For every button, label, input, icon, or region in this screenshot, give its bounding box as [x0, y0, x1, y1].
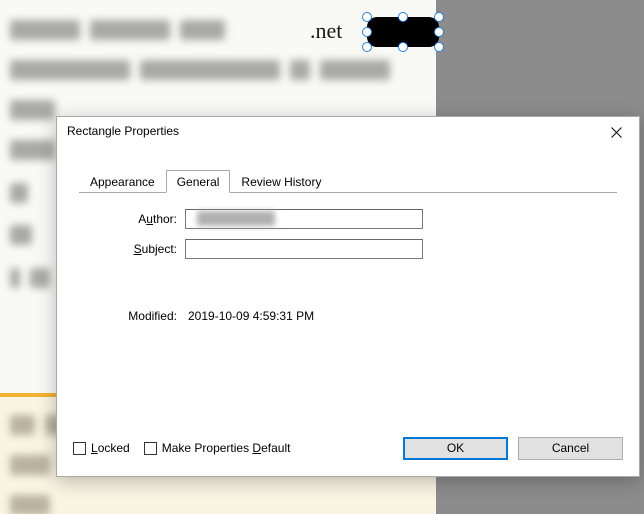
cancel-button[interactable]: Cancel	[518, 437, 623, 460]
resize-handle-bl[interactable]	[362, 42, 372, 52]
tab-strip: Appearance General Review History	[79, 169, 617, 193]
resize-handle-tr[interactable]	[434, 12, 444, 22]
rectangle-annotation[interactable]	[364, 14, 442, 50]
subject-input[interactable]	[185, 239, 423, 259]
resize-handle-bm[interactable]	[398, 42, 408, 52]
checkbox-box	[73, 442, 86, 455]
document-text-net: .net	[310, 18, 342, 44]
tab-general[interactable]: General	[166, 170, 231, 193]
make-default-checkbox[interactable]: Make Properties Default	[144, 441, 291, 455]
locked-checkbox[interactable]: Locked	[73, 441, 130, 455]
subject-label: Subject:	[85, 242, 185, 256]
rectangle-properties-dialog: Rectangle Properties Appearance General …	[56, 116, 640, 477]
resize-handle-tl[interactable]	[362, 12, 372, 22]
checkbox-box	[144, 442, 157, 455]
modified-value: 2019-10-09 4:59:31 PM	[185, 309, 314, 323]
tab-review-history[interactable]: Review History	[230, 170, 332, 193]
dialog-footer: Locked Make Properties Default OK Cancel	[73, 434, 623, 462]
form-area: Author: Subject: Modified: 2019-10-09 4:…	[79, 193, 617, 420]
author-label: Author:	[85, 212, 185, 226]
make-default-label: Make Properties Default	[162, 441, 291, 455]
author-input[interactable]	[185, 209, 423, 229]
screenshot-stage: .net Rectangle Properties Appearance Gen…	[0, 0, 644, 514]
modified-label: Modified:	[85, 309, 185, 323]
resize-handle-tm[interactable]	[398, 12, 408, 22]
locked-label: Locked	[91, 441, 130, 455]
close-icon	[611, 127, 622, 138]
dialog-title: Rectangle Properties	[67, 124, 179, 138]
tab-appearance[interactable]: Appearance	[79, 170, 166, 193]
resize-handle-mr[interactable]	[434, 27, 444, 37]
resize-handle-br[interactable]	[434, 42, 444, 52]
resize-handle-ml[interactable]	[362, 27, 372, 37]
close-button[interactable]	[594, 117, 639, 147]
ok-button[interactable]: OK	[403, 437, 508, 460]
